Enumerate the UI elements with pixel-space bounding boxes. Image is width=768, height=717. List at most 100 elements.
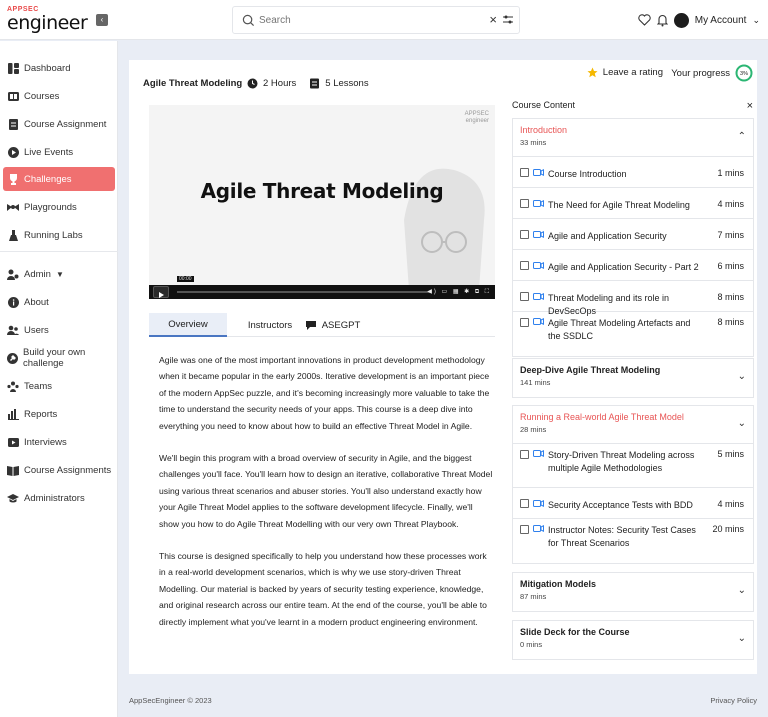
chevron-down-icon[interactable]: ⌄ (738, 418, 746, 429)
playground-icon (7, 201, 19, 213)
sidebar-item-challenges[interactable]: Challenges (3, 167, 115, 191)
section-title: Introduction (520, 125, 568, 135)
video-player[interactable]: APPSEC engineer Agile Threat Modeling 00… (149, 105, 495, 299)
sidebar-item-admin[interactable]: Admin ▼ (3, 263, 115, 285)
heart-icon[interactable] (638, 14, 651, 26)
lesson-checkbox[interactable] (520, 292, 529, 301)
sidebar-item-label: Course Assignment (24, 118, 107, 130)
chevron-up-icon[interactable]: ⌃ (738, 131, 746, 142)
sidebar-item-about[interactable]: About (3, 291, 115, 313)
section-header[interactable]: Mitigation Models 87 mins ⌄ (513, 573, 753, 611)
play-button[interactable] (153, 286, 169, 298)
lesson-item[interactable]: Security Acceptance Tests with BDD 4 min… (513, 488, 753, 519)
lesson-checkbox[interactable] (520, 230, 529, 239)
sidebar-item-label: Teams (24, 380, 52, 392)
top-right-controls: My Account ⌄ (638, 10, 760, 30)
progress-ring: 3% (735, 64, 753, 82)
sidebar-item-label: Administrators (24, 492, 85, 504)
filter-icon[interactable] (503, 14, 513, 26)
video-watermark-logo: APPSEC engineer (429, 111, 489, 129)
sidebar-item-administrators[interactable]: Administrators (3, 487, 115, 509)
privacy-policy-link[interactable]: Privacy Policy (710, 696, 757, 705)
video-icon (533, 525, 544, 532)
lesson-item[interactable]: Agile and Application Security 7 mins (513, 219, 753, 250)
course-meta: 2 Hours 5 Lessons (247, 78, 369, 89)
overview-paragraph: This course is designed specifically to … (159, 551, 487, 627)
video-icon (533, 262, 544, 269)
section-header[interactable]: Running a Real-world Agile Threat Model … (513, 406, 753, 444)
course-duration: 2 Hours (263, 78, 297, 89)
sidebar-item-label: Admin (24, 268, 51, 280)
flask-icon (7, 229, 19, 241)
overview-paragraph: Agile was one of the most important inno… (159, 355, 490, 431)
lesson-item[interactable]: Agile and Application Security - Part 2 … (513, 250, 753, 281)
sidebar-item-courses[interactable]: Courses (3, 85, 115, 107)
sidebar-item-running-labs[interactable]: Running Labs (3, 224, 115, 246)
lesson-item[interactable]: Course Introduction 1 mins (513, 157, 753, 188)
lesson-item[interactable]: Instructor Notes: Security Test Cases fo… (513, 519, 753, 563)
avatar[interactable] (673, 12, 689, 28)
bell-icon[interactable] (656, 14, 668, 27)
leave-rating-label: Leave a rating (602, 67, 663, 78)
collapse-sidebar-button[interactable]: ‹ (96, 14, 108, 26)
video-progress-track[interactable] (177, 291, 431, 293)
tab-asegpt[interactable]: ASEGPT (293, 313, 373, 337)
tab-overview[interactable]: Overview (149, 313, 227, 337)
clock-icon (247, 78, 258, 89)
sidebar-item-label: About (24, 296, 49, 308)
lesson-checkbox[interactable] (520, 450, 529, 459)
lesson-checkbox[interactable] (520, 199, 529, 208)
section-duration: 87 mins (520, 592, 547, 601)
sidebar-item-playgrounds[interactable]: Playgrounds (3, 196, 115, 218)
sidebar-item-course-assignments[interactable]: Course Assignments (3, 459, 115, 481)
sidebar-item-teams[interactable]: Teams (3, 375, 115, 397)
search-input[interactable] (259, 11, 459, 29)
section-header[interactable]: Slide Deck for the Course 0 mins ⌄ (513, 621, 753, 659)
section-header[interactable]: Introduction 33 mins ⌃ (513, 119, 753, 157)
leave-rating-button[interactable]: Leave a rating (587, 67, 663, 78)
lesson-item[interactable]: Threat Modeling and its role in DevSecOp… (513, 281, 753, 316)
section-real-world: Running a Real-world Agile Threat Model … (512, 405, 754, 564)
close-icon[interactable]: × (747, 100, 753, 112)
chevron-down-icon[interactable]: ⌄ (738, 633, 746, 644)
chevron-down-icon[interactable]: ⌄ (752, 15, 760, 26)
trophy-icon (7, 173, 19, 185)
course-tabs: Overview Instructors ASEGPT (149, 313, 495, 337)
info-icon (7, 296, 19, 308)
sidebar-item-course-assignment[interactable]: Course Assignment (3, 113, 115, 135)
sidebar-item-users[interactable]: Users (3, 319, 115, 341)
lesson-checkbox[interactable] (520, 318, 529, 327)
sidebar-item-dashboard[interactable]: Dashboard (3, 57, 115, 79)
lesson-item[interactable]: Agile Threat Modeling Artefacts and the … (513, 312, 753, 356)
video-control-icons[interactable]: ◀) ▭ ▦ ✱ ⧉ ⛶ (427, 288, 491, 296)
lesson-title: Instructor Notes: Security Test Cases fo… (548, 525, 696, 548)
search-box[interactable]: × (232, 6, 520, 34)
star-icon (587, 67, 598, 78)
section-introduction: Introduction 33 mins ⌃ Course Introducti… (512, 118, 754, 357)
sidebar-item-build-challenge[interactable]: Build your own challenge (3, 347, 115, 369)
lesson-checkbox[interactable] (520, 168, 529, 177)
brand-logo[interactable]: APPSEC engineer (7, 6, 88, 34)
chevron-down-icon[interactable]: ⌄ (738, 371, 746, 382)
sidebar-item-label: Build your own challenge (23, 347, 86, 369)
lesson-checkbox[interactable] (520, 525, 529, 534)
account-menu-label[interactable]: My Account (695, 15, 747, 26)
lesson-item[interactable]: The Need for Agile Threat Modeling 4 min… (513, 188, 753, 219)
sidebar-item-live-events[interactable]: Live Events (3, 141, 115, 163)
sidebar-item-reports[interactable]: Reports (3, 403, 115, 425)
lesson-checkbox[interactable] (520, 261, 529, 270)
section-header[interactable]: Deep-Dive Agile Threat Modeling 141 mins… (513, 359, 753, 397)
sidebar-item-interviews[interactable]: Interviews (3, 431, 115, 453)
chevron-down-icon[interactable]: ⌄ (738, 585, 746, 596)
course-panel: Agile Threat Modeling 2 Hours 5 Lessons … (129, 60, 757, 674)
lesson-duration: 4 mins (717, 199, 744, 209)
sidebar-item-label: Course Assignments (24, 464, 112, 476)
watermark-eng: engineer (465, 118, 489, 124)
play-icon (159, 292, 164, 298)
overview-text: Agile was one of the most important inno… (159, 352, 495, 646)
lesson-checkbox[interactable] (520, 499, 529, 508)
video-icon (533, 450, 544, 457)
sidebar-item-label: Users (24, 324, 49, 336)
clear-search-icon[interactable]: × (489, 12, 497, 27)
lesson-item[interactable]: Story-Driven Threat Modeling across mult… (513, 444, 753, 488)
